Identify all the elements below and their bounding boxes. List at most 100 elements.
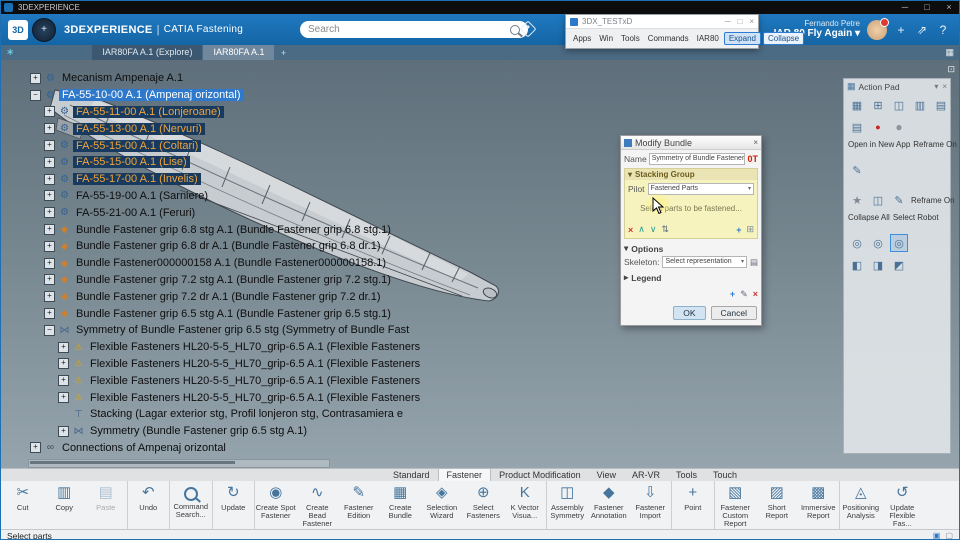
tree-item-label[interactable]: Flexible Fasteners HL20-5-5_HL70_grip-6.… [87, 392, 423, 404]
ribbon-button[interactable]: ◈ Selection Wizard [421, 481, 463, 529]
ribbon-button[interactable]: ◉ Create Spot Fastener [254, 481, 297, 529]
dataset-icon[interactable] [869, 234, 887, 252]
tree-item[interactable]: Bundle Fastener grip 6.8 dr A.1 (Bundle … [30, 238, 423, 255]
view-right-icon[interactable] [869, 256, 887, 274]
view-tab[interactable]: IAR80FA A.1 [203, 45, 275, 60]
ribbon-button[interactable]: ▧ Fastener Custom Report [713, 481, 757, 529]
scrollbar-thumb[interactable] [30, 461, 235, 464]
ribbon-button[interactable]: ∿ Create Bead Fastener [297, 481, 339, 529]
grid-icon[interactable]: ▦ [945, 47, 960, 58]
tree-item-label[interactable]: FA-55-19-00 A.1 (Sarniere) [73, 190, 211, 202]
report-icon[interactable] [848, 118, 866, 136]
tree-item[interactable]: Bundle Fastener grip 7.2 dr A.1 (Bundle … [30, 288, 423, 305]
floating-menu-item[interactable]: Commands [645, 33, 692, 44]
delete-icon[interactable] [753, 289, 758, 300]
tree-item[interactable]: Bundle Fastener000000158 A.1 (Bundle Fas… [30, 255, 423, 272]
ribbon-button[interactable]: ▨ Short Report [756, 481, 798, 529]
tree-expander-icon[interactable] [44, 190, 55, 202]
tree-expander-icon[interactable] [44, 240, 55, 252]
tree-item-label[interactable]: Flexible Fasteners HL20-5-5_HL70_grip-6.… [87, 358, 423, 370]
tree-horizontal-scrollbar[interactable] [28, 459, 330, 468]
tree-item[interactable]: Symmetry of Bundle Fastener grip 6.5 stg… [30, 322, 423, 339]
ribbon-button[interactable]: Command Search... [169, 481, 212, 529]
tree-item[interactable]: Flexible Fasteners HL20-5-5_HL70_grip-6.… [30, 372, 423, 389]
tree-item-label[interactable]: Bundle Fastener grip 6.8 stg A.1 (Bundle… [73, 224, 394, 236]
tree-item-label[interactable]: Stacking (Lagar exterior stg, Profil lon… [87, 408, 406, 420]
ribbon-tab[interactable]: Fastener [437, 468, 492, 482]
close-icon[interactable]: × [938, 0, 960, 14]
ribbon-button[interactable]: ✂ Cut [2, 481, 44, 529]
options-header[interactable]: ▾ Options [624, 243, 758, 254]
ribbon-button[interactable]: ✎ Fastener Edition [338, 481, 380, 529]
cancel-button[interactable]: Cancel [710, 306, 757, 320]
ribbon-button[interactable]: K K Vector Visua... [504, 481, 546, 529]
tree-item-label[interactable]: Bundle Fastener grip 6.5 stg A.1 (Bundle… [73, 308, 394, 320]
ribbon-button[interactable]: ▩ Immersive Report [798, 481, 840, 529]
tree-expander-icon[interactable] [44, 324, 55, 336]
tree-item[interactable]: FA-55-11-00 A.1 (Lonjeroane) [30, 104, 423, 121]
floating-menu-item[interactable]: Apps [570, 33, 594, 44]
tree-item[interactable]: Flexible Fasteners HL20-5-5_HL70_grip-6.… [30, 389, 423, 406]
tree-expander-icon[interactable] [30, 442, 41, 454]
tree-expander-icon[interactable] [44, 308, 55, 320]
tree-item[interactable]: Bundle Fastener grip 7.2 stg A.1 (Bundle… [30, 272, 423, 289]
open-in-new-app-label[interactable]: Open in New App [848, 140, 910, 149]
collapse-panel-icon[interactable]: ▾ [934, 82, 938, 91]
tree-item[interactable]: Connections of Ampenaj orizontal [30, 440, 423, 457]
view-left-icon[interactable] [848, 256, 866, 274]
ok-button[interactable]: OK [673, 306, 706, 320]
tree-expander-icon[interactable] [44, 173, 55, 185]
share-icon[interactable]: ⇗ [915, 23, 929, 37]
tree-item-label[interactable]: FA-55-11-00 A.1 (Lonjeroane) [73, 105, 224, 118]
minimize-icon[interactable]: ─ [725, 17, 731, 26]
tree-item-label[interactable]: FA-55-10-00 A.1 (Ampenaj orizontal) [59, 89, 244, 102]
tree-item-label[interactable]: FA-55-15-00 A.1 (Lise) [73, 156, 190, 169]
view-iso-icon[interactable] [890, 256, 908, 274]
ribbon-button[interactable]: ◬ Positioning Analysis [839, 481, 882, 529]
tree-expander-icon[interactable] [58, 341, 69, 353]
ribbon-button[interactable]: ▥ Copy [44, 481, 86, 529]
view-cube-icon[interactable] [933, 531, 941, 540]
tree-item-label[interactable]: Symmetry of Bundle Fastener grip 6.5 stg… [73, 324, 412, 336]
ribbon-button[interactable]: ↺ Update Flexible Fas... [882, 481, 924, 529]
close-icon[interactable]: × [753, 138, 758, 147]
tree-item-label[interactable]: Flexible Fasteners HL20-5-5_HL70_grip-6.… [87, 375, 423, 387]
dataset-icon-selected[interactable] [890, 234, 908, 252]
ribbon-button[interactable]: ▦ Create Bundle [380, 481, 422, 529]
tree-expander-icon[interactable] [58, 375, 69, 387]
ribbon-button[interactable]: ⇩ Fastener Import [630, 481, 672, 529]
tree-expander-icon[interactable] [44, 156, 55, 168]
tree-item[interactable]: Bundle Fastener grip 6.5 stg A.1 (Bundle… [30, 305, 423, 322]
ribbon-button[interactable]: + Point [671, 481, 714, 529]
name-field[interactable]: Symmetry of Bundle Fastener gri [648, 153, 746, 165]
home-icon[interactable]: ∗ [6, 47, 14, 58]
tree-item[interactable]: Stacking (Lagar exterior stg, Profil lon… [30, 406, 423, 423]
3d-viewport[interactable]: ⊡ Mecanism Ampenaje A.1 FA-55-10-00 A.1 … [0, 60, 960, 468]
tree-item-label[interactable]: Bundle Fastener grip 7.2 dr A.1 (Bundle … [73, 291, 384, 303]
tree-item[interactable]: FA-55-19-00 A.1 (Sarniere) [30, 188, 423, 205]
tree-item[interactable]: FA-55-13-00 A.1 (Nervuri) [30, 120, 423, 137]
compass-icon[interactable]: + [32, 17, 56, 42]
minimize-icon[interactable]: ─ [894, 0, 916, 14]
tree-expander-icon[interactable] [30, 89, 41, 101]
tree-item-label[interactable]: Flexible Fasteners HL20-5-5_HL70_grip-6.… [87, 341, 423, 353]
tree-item-label[interactable]: Connections of Ampenaj orizontal [59, 442, 229, 454]
tree-item-label[interactable]: Mecanism Ampenaje A.1 [59, 72, 186, 84]
ribbon-button[interactable]: ▤ Paste [85, 481, 127, 529]
close-icon[interactable]: × [749, 17, 754, 26]
layers-icon[interactable] [945, 531, 953, 540]
maximize-icon[interactable]: □ [737, 17, 742, 26]
add-table-icon[interactable] [869, 96, 887, 114]
tree-item[interactable]: Flexible Fasteners HL20-5-5_HL70_grip-6.… [30, 339, 423, 356]
tree-expander-icon[interactable] [44, 257, 55, 269]
sphere-icon[interactable] [890, 118, 908, 136]
tree-expander-icon[interactable] [58, 425, 69, 437]
tree-expander-icon[interactable] [44, 106, 55, 118]
tree-item[interactable]: FA-55-17-00 A.1 (Invelis) [30, 171, 423, 188]
maximize-icon[interactable]: □ [916, 0, 938, 14]
table-edit-icon[interactable] [848, 161, 866, 179]
tree-item[interactable]: Mecanism Ampenaje A.1 [30, 70, 423, 87]
tree-expander-icon[interactable] [30, 72, 41, 84]
reframe-on-label-2[interactable]: Reframe On [911, 196, 955, 205]
floating-menu-item[interactable]: Win [596, 33, 616, 44]
